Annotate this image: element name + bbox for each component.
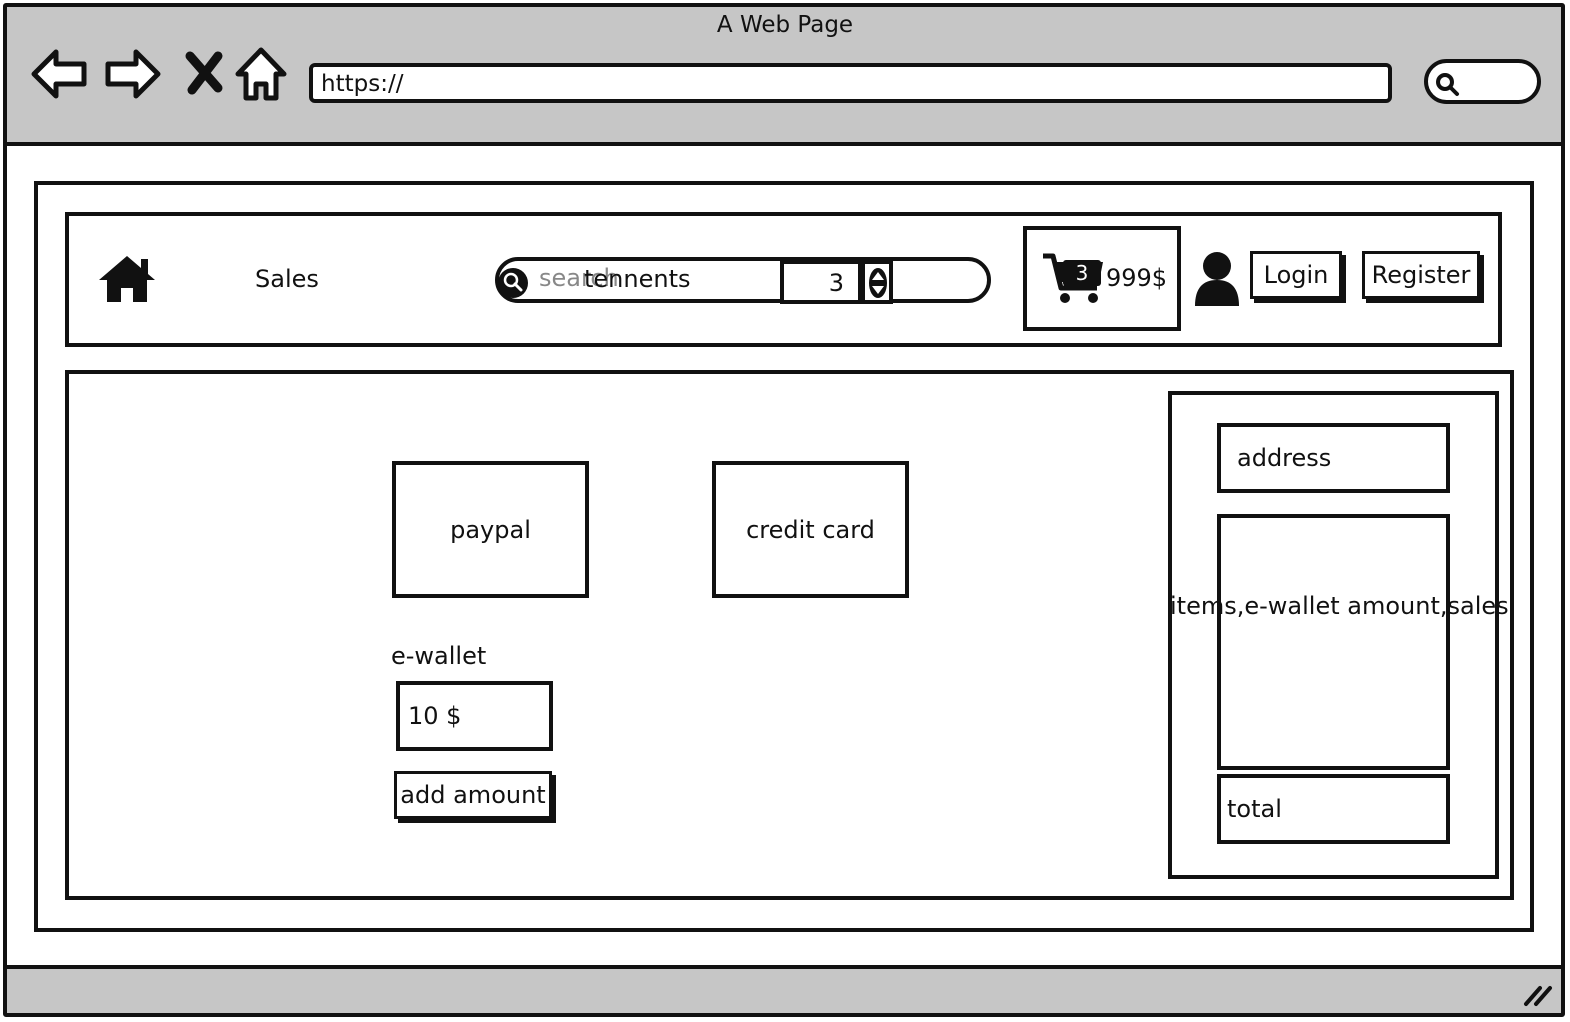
login-button[interactable]: Login bbox=[1250, 251, 1342, 299]
resize-icon[interactable] bbox=[1522, 982, 1556, 1008]
items-summary-label: items,e-wallet amount,sales bbox=[1170, 592, 1509, 620]
browser-statusbar bbox=[7, 965, 1561, 1013]
home-icon[interactable] bbox=[97, 254, 157, 304]
ewallet-label: e-wallet bbox=[391, 642, 487, 670]
ewallet-amount-field[interactable]: 10 $ bbox=[396, 681, 553, 751]
search-icon bbox=[498, 268, 528, 298]
spinner-arrows-icon bbox=[869, 268, 887, 298]
home-nav-icon[interactable] bbox=[232, 44, 290, 104]
paypal-option[interactable]: paypal bbox=[392, 461, 589, 598]
address-field[interactable]: address bbox=[1217, 423, 1450, 493]
credit-card-option[interactable]: credit card bbox=[712, 461, 909, 598]
close-icon[interactable] bbox=[178, 44, 236, 104]
window-title: A Web Page bbox=[716, 12, 854, 38]
url-bar[interactable]: https:// bbox=[309, 63, 1392, 103]
total-field: total bbox=[1217, 774, 1450, 844]
register-button[interactable]: Register bbox=[1362, 251, 1480, 299]
quantity-spinner[interactable] bbox=[861, 260, 893, 304]
search-icon bbox=[1436, 73, 1459, 96]
back-icon[interactable] bbox=[30, 44, 88, 104]
items-summary-box bbox=[1217, 514, 1450, 770]
add-amount-button[interactable]: add amount bbox=[394, 771, 552, 819]
browser-search-field[interactable] bbox=[1424, 59, 1541, 104]
nav-link-sales[interactable]: Sales bbox=[255, 265, 319, 293]
forward-icon[interactable] bbox=[104, 44, 162, 104]
search-value: tennents bbox=[584, 265, 691, 293]
quantity-stepper[interactable]: 3 bbox=[780, 260, 862, 304]
user-icon[interactable] bbox=[1193, 250, 1241, 306]
cart-total: 999$ bbox=[1106, 264, 1168, 292]
cart-count-badge: 3 bbox=[1063, 260, 1101, 286]
